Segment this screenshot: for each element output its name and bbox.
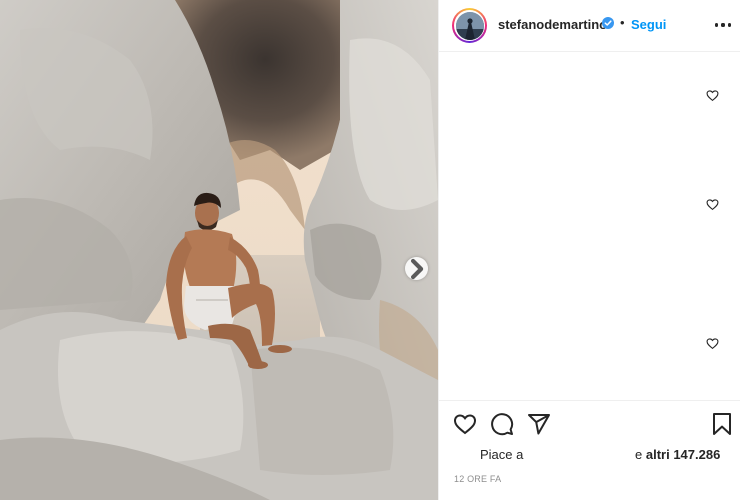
post-photo[interactable]	[0, 0, 438, 500]
post-timestamp[interactable]: 12 ORE FA	[454, 474, 501, 484]
verified-badge-icon	[602, 17, 614, 29]
avatar-image	[455, 11, 484, 40]
comment-icon[interactable]	[490, 412, 514, 436]
bookmark-icon[interactable]	[710, 412, 734, 436]
more-options-icon[interactable]	[715, 18, 731, 32]
post-actions: Piace a e altri 147.286 12 ORE FA	[439, 400, 740, 500]
likes-conjunction: e	[635, 447, 643, 462]
avatar[interactable]	[452, 8, 487, 43]
likes-prefix: Piace a	[480, 447, 524, 462]
likes-others-count: altri 147.286	[645, 447, 721, 462]
photo-rock-arch-scene	[0, 0, 438, 500]
separator-dot: •	[620, 15, 625, 30]
comment-like-heart-icon[interactable]	[706, 89, 719, 102]
share-icon[interactable]	[527, 412, 551, 436]
follow-button[interactable]: Segui	[631, 17, 666, 32]
post-side-panel: stefanodemartino • Segui Piace a e altri…	[438, 0, 740, 500]
comment-like-heart-icon[interactable]	[706, 198, 719, 211]
comment-like-heart-icon[interactable]	[706, 337, 719, 350]
comments-list[interactable]	[439, 53, 740, 399]
likes-count-link[interactable]: e altri 147.286	[635, 447, 720, 462]
heart-icon[interactable]	[453, 412, 477, 436]
username-link[interactable]: stefanodemartino	[498, 17, 607, 32]
chevron-right-icon	[410, 258, 424, 279]
next-photo-button[interactable]	[405, 257, 428, 280]
post-header: stefanodemartino • Segui	[439, 0, 740, 52]
